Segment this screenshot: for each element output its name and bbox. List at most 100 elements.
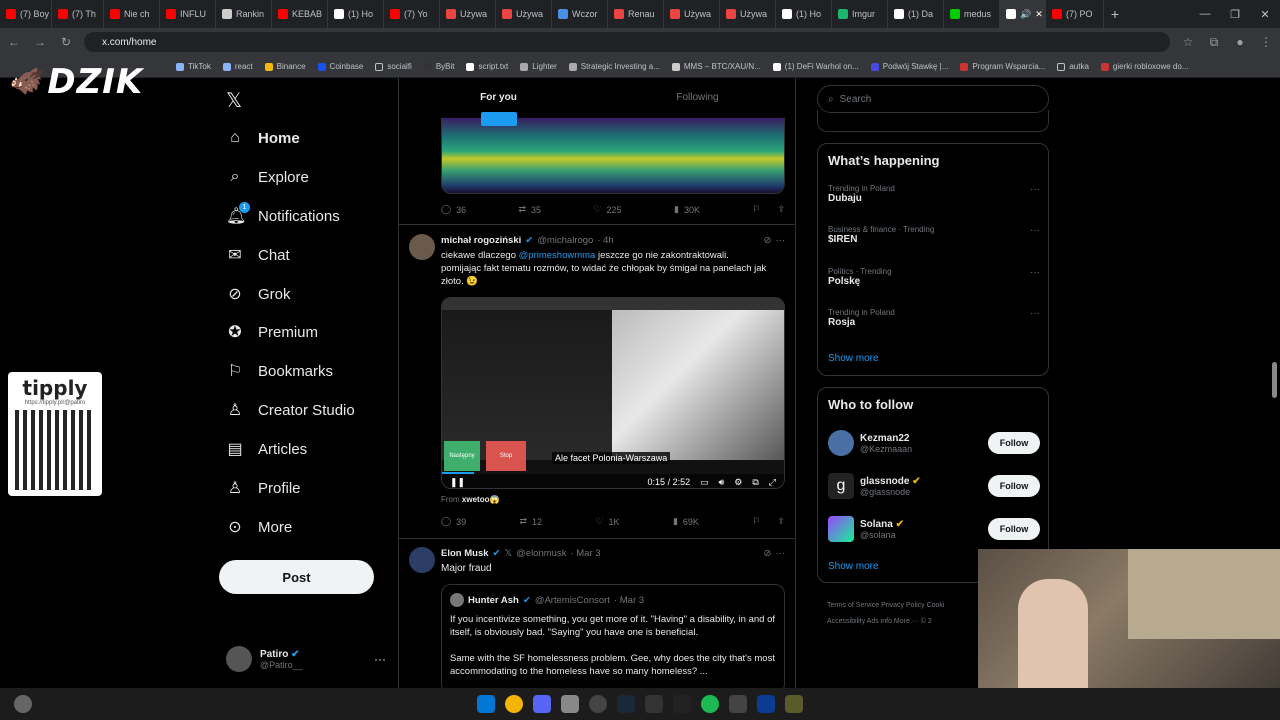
views-button[interactable]: ▮ 69K: [673, 516, 699, 527]
star-icon[interactable]: ☆: [1180, 35, 1196, 49]
more-options-icon[interactable]: ···: [776, 235, 786, 246]
grok-icon[interactable]: ⊘: [764, 235, 772, 246]
follow-suggestion[interactable]: Kezman22 @Kezmaaan Follow: [828, 428, 1040, 458]
nav-more[interactable]: ⊙ More: [226, 513, 292, 541]
follow-suggestion[interactable]: Solana ✔ @solana Follow: [828, 514, 1040, 544]
browser-tab[interactable]: Używa: [720, 0, 776, 28]
forward-icon[interactable]: →: [32, 35, 48, 49]
author-handle[interactable]: @michalrogo: [537, 235, 593, 246]
pause-icon[interactable]: ❚❚: [450, 477, 465, 488]
bookmark[interactable]: Coinbase: [317, 62, 363, 71]
browser-tab[interactable]: Nie ch: [104, 0, 160, 28]
repost-button[interactable]: ⇄ 35: [519, 204, 542, 215]
discord-icon[interactable]: [533, 695, 551, 713]
share-icon[interactable]: ⇪: [777, 516, 785, 527]
more-options-icon[interactable]: ···: [1030, 225, 1040, 236]
bookmark-folder[interactable]: autka: [1057, 62, 1089, 71]
profile-avatar-icon[interactable]: ●: [1232, 35, 1248, 49]
quoted-tweet[interactable]: Hunter Ash ✔ @ArtemisConsort · Mar 3 If …: [441, 584, 785, 688]
bookmark-folder[interactable]: socialfi: [375, 62, 412, 71]
video-progress[interactable]: [442, 472, 475, 474]
weather-icon[interactable]: [14, 695, 32, 713]
bookmark[interactable]: script.txt: [466, 62, 508, 71]
nav-home[interactable]: ⌂ Home: [226, 124, 300, 152]
bookmark[interactable]: Lighter: [520, 62, 557, 71]
nav-notifications[interactable]: 🔔︎ 1 Notifications: [226, 202, 340, 230]
nav-chat[interactable]: ✉ Chat: [226, 241, 289, 269]
account-switcher[interactable]: Patiro ✔ @Patiro__ ···: [226, 644, 386, 674]
browser-tab[interactable]: INFLU: [160, 0, 216, 28]
source-user[interactable]: xwetoo😱: [462, 495, 500, 504]
search-input[interactable]: ⌕ Search: [817, 85, 1049, 113]
bookmark[interactable]: Binance: [264, 62, 306, 71]
follow-button[interactable]: Follow: [988, 432, 1040, 454]
close-window-icon[interactable]: ✕: [1250, 8, 1280, 21]
show-more-link[interactable]: Show more: [828, 353, 879, 364]
browser-tab[interactable]: (1) Da: [888, 0, 944, 28]
app-icon[interactable]: [589, 695, 607, 713]
extensions-icon[interactable]: ⧉: [1206, 35, 1222, 50]
share-icon[interactable]: ⇪: [777, 204, 785, 215]
new-tab-button[interactable]: +: [1104, 6, 1126, 22]
app-icon[interactable]: [561, 695, 579, 713]
more-options-icon[interactable]: ···: [1030, 308, 1040, 319]
browser-tab[interactable]: Rankin: [216, 0, 272, 28]
more-options-icon[interactable]: ···: [776, 548, 786, 559]
bookmark[interactable]: react: [222, 62, 253, 71]
browser-tab[interactable]: (1) Ho: [776, 0, 832, 28]
tweet-media-chart[interactable]: [441, 116, 785, 194]
app-icon[interactable]: [757, 695, 775, 713]
more-options-icon[interactable]: ···: [1030, 184, 1040, 195]
browser-tab[interactable]: (7) Yo: [384, 0, 440, 28]
nav-premium[interactable]: ✪ Premium: [226, 318, 318, 346]
mention-link[interactable]: @primeshowmma: [519, 250, 596, 261]
nav-profile[interactable]: ♙ Profile: [226, 474, 301, 502]
post-button[interactable]: Post: [219, 560, 374, 594]
tab-for-you[interactable]: For you: [399, 78, 598, 126]
author-name[interactable]: Elon Musk: [441, 548, 489, 559]
browser-tab[interactable]: KEBAB: [272, 0, 328, 28]
browser-tab[interactable]: (1) Ho: [328, 0, 384, 28]
reply-button[interactable]: ◯ 39: [441, 516, 466, 527]
browser-tab-active[interactable]: 🔊 ✕: [1000, 0, 1046, 28]
fullscreen-icon[interactable]: ⤢: [769, 477, 776, 488]
url-input[interactable]: x.com/home: [84, 32, 1170, 52]
browser-tab[interactable]: (7) Th: [52, 0, 104, 28]
spotify-icon[interactable]: [701, 695, 719, 713]
avatar[interactable]: [409, 547, 435, 573]
chrome-icon[interactable]: [505, 695, 523, 713]
like-button[interactable]: ♡ 1K: [595, 516, 619, 527]
app-icon[interactable]: [673, 695, 691, 713]
bookmark[interactable]: MMS – BTC/XAU/N...: [671, 62, 761, 71]
author-name[interactable]: michał rogoziński: [441, 235, 521, 246]
views-button[interactable]: ▮ 30K: [674, 204, 700, 215]
footer-line[interactable]: Accessibility Ads info More ··· © 2: [827, 614, 987, 630]
avatar[interactable]: [409, 234, 435, 260]
bookmark[interactable]: (1) DeFi Warhol on...: [772, 62, 859, 71]
nav-creator-studio[interactable]: ♙ Creator Studio: [226, 396, 355, 424]
browser-tab[interactable]: Używa: [664, 0, 720, 28]
video-player[interactable]: Następny Stop Ale facet Polonia-Warszawa…: [441, 297, 785, 489]
app-icon[interactable]: [645, 695, 663, 713]
x-logo-icon[interactable]: 𝕏: [226, 88, 242, 113]
bookmark-button[interactable]: ⚐ ⇪: [752, 204, 785, 215]
page-scrollbar[interactable]: [1272, 362, 1277, 398]
close-tab-icon[interactable]: ✕: [1035, 9, 1043, 20]
bookmark[interactable]: TikTok: [176, 62, 211, 71]
nav-explore[interactable]: ⌕ Explore: [226, 163, 309, 191]
reply-button[interactable]: ◯ 36: [441, 204, 466, 215]
settings-icon[interactable]: ⚙: [734, 477, 742, 488]
maximize-icon[interactable]: ❐: [1220, 8, 1250, 21]
browser-tab[interactable]: Używa: [440, 0, 496, 28]
tweet-time[interactable]: · Mar 3: [570, 548, 600, 559]
captions-icon[interactable]: ▭: [700, 477, 709, 488]
minimize-icon[interactable]: —: [1190, 8, 1220, 20]
bookmark[interactable]: Program Wsparcia...: [960, 62, 1045, 71]
app-icon[interactable]: [729, 695, 747, 713]
like-button[interactable]: ♡ 225: [593, 204, 621, 215]
app-icon[interactable]: [785, 695, 803, 713]
follow-button[interactable]: Follow: [988, 518, 1040, 540]
trend-item[interactable]: Business & finance · Trending $IREN ···: [828, 225, 1040, 245]
browser-tab[interactable]: Wczor: [552, 0, 608, 28]
bookmark[interactable]: ByBit: [423, 62, 454, 71]
